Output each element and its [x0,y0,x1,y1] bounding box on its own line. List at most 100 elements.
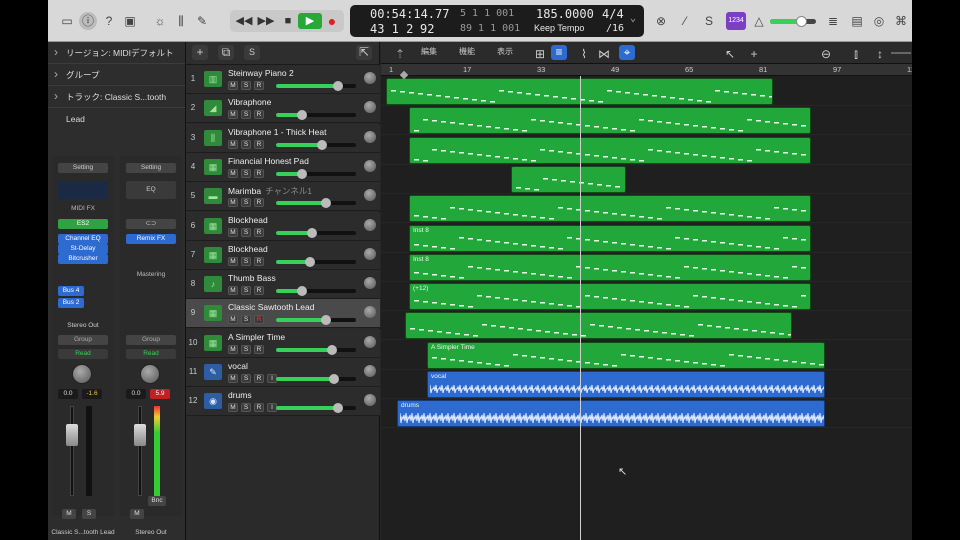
track-name[interactable]: Thumb Bass [228,273,276,283]
instrument-slot[interactable]: ES2 [58,219,108,229]
solo-icon[interactable]: S [700,12,718,30]
record-enable-button[interactable]: R [254,256,264,266]
zoom-out-icon[interactable]: ⊖ [817,45,835,63]
pan-knob[interactable] [364,72,376,84]
mute-button[interactable]: M [228,286,238,296]
rewind-icon[interactable]: ◀◀ [232,13,256,29]
mute-button-2[interactable]: M [130,509,144,519]
smart-controls-icon[interactable]: ☼ [151,12,169,30]
editors-icon[interactable]: ✎ [193,12,211,30]
record-enable-button[interactable]: R [254,168,264,178]
inspector-track-header[interactable]: トラック: Classic S...tooth Lead [48,85,185,124]
solo-button[interactable]: S [241,227,251,237]
view-menu[interactable]: 表示 [497,46,513,57]
waveform-zoom-icon[interactable]: ⫾ [847,45,865,63]
mute-button[interactable]: M [228,139,238,149]
info-icon[interactable]: ⓘ [79,12,97,30]
solo-button[interactable]: S [241,374,251,383]
volume-handle[interactable] [796,16,807,27]
add-track-button[interactable]: + [192,45,208,60]
help-icon[interactable]: ? [100,12,118,30]
midi-region[interactable] [511,165,626,193]
record-enable-button[interactable]: R [254,139,264,149]
audio-fx-slot-2[interactable]: St-Delay [58,244,108,254]
track-name[interactable]: Financial Honest Pad [228,156,309,166]
back-icon[interactable]: ⇡ [391,45,409,63]
midi-region[interactable] [409,107,811,135]
inspector-group-header[interactable]: グループ [48,63,185,86]
mute-button[interactable]: M [228,344,238,354]
record-enable-button[interactable]: R [254,81,264,90]
track-volume-slider[interactable] [276,315,356,326]
solo-button[interactable]: S [241,168,251,178]
pan-knob-2[interactable] [140,364,160,384]
bar-ruler[interactable]: 1 17 33 49 65 81 97 11 [381,64,912,76]
midi-region[interactable]: (+12) [409,283,811,311]
setting-button[interactable]: Setting [58,163,108,173]
track-name[interactable]: Blockhead [228,244,268,254]
volume-handle[interactable] [297,168,307,179]
mute-button[interactable]: M [228,227,238,237]
midi-region[interactable] [409,195,811,223]
chevron-down-icon[interactable]: ⌄ [630,13,636,24]
fast-forward-icon[interactable]: ▶▶ [254,13,278,29]
pan-knob[interactable] [364,189,376,202]
track-volume-slider[interactable] [276,344,356,355]
volume-handle[interactable] [321,198,331,209]
track-volume-slider[interactable] [276,198,356,209]
list-view-icon[interactable]: ≡ [551,45,567,60]
audio-fx-slot-1[interactable]: Channel EQ [58,234,108,244]
record-enable-button[interactable]: R [254,344,264,354]
volume-handle[interactable] [333,81,343,91]
automation-mode[interactable]: Read [58,349,108,359]
flex-icon[interactable]: ⋈ [595,45,613,63]
function-menu[interactable]: 機能 [459,46,475,57]
mastering-slot[interactable]: Mastering [126,270,176,280]
record-enable-button[interactable]: R [254,227,264,237]
track-header[interactable]: 7 ▦ Blockhead MSR [186,240,380,270]
pan-knob[interactable] [364,101,376,114]
solo-button[interactable]: S [241,344,251,354]
drums-icon[interactable]: ◉ [204,393,222,410]
master-volume-slider[interactable] [770,16,816,27]
volume-fader-2[interactable] [134,424,146,446]
track-header[interactable]: 5 ▬ Marimba チャンネル1 MSR [186,182,380,212]
track-header[interactable]: 2 ◢ Vibraphone MSR [186,94,380,124]
automation-mode-2[interactable]: Read [126,349,176,359]
play-icon[interactable]: ▶ [298,13,322,29]
audio-fx-slot-3[interactable]: Bitcrusher [58,254,108,264]
mute-button[interactable]: M [228,374,238,383]
synth-icon[interactable]: ▦ [204,217,222,234]
track-name[interactable]: drums [228,390,252,400]
duplicate-track-icon[interactable]: ⧉ [218,45,234,60]
automation-icon[interactable]: ⌇ [575,45,593,63]
track-volume-slider[interactable] [276,286,356,297]
send-slot-2[interactable]: Bus 2 [58,298,84,308]
microphone-icon[interactable]: ✎ [204,364,222,380]
track-header[interactable]: 11 ✎ vocal MSRI [186,358,380,387]
track-volume-slider[interactable] [276,403,356,414]
track-header[interactable]: 12 ◉ drums MSRI [186,387,380,417]
solo-button[interactable]: S [241,315,251,325]
mixer-icon[interactable]: ⫼ [172,12,190,30]
mute-button[interactable]: M [228,168,238,178]
solo-button[interactable]: S [241,110,251,120]
midi-region[interactable] [405,312,792,340]
tuner-icon[interactable]: ⁄ [676,12,694,30]
edit-menu[interactable]: 編集 [421,46,437,57]
record-enable-button[interactable]: R [254,286,264,296]
marimba-icon[interactable]: ▬ [204,188,222,205]
midi-region[interactable] [409,136,811,164]
record-enable-button[interactable]: R [254,110,264,120]
remix-fx-slot[interactable]: Remix FX [126,234,176,244]
track-header[interactable]: 9 ▦ Classic Sawtooth Lead MSR [186,299,380,329]
pan-knob[interactable] [364,247,376,260]
volume-handle[interactable] [329,374,339,384]
track-name[interactable]: Vibraphone 1 - Thick Heat [228,127,326,137]
pan-knob[interactable] [364,218,376,231]
global-solo-button[interactable]: S [244,45,260,60]
midi-region[interactable]: A Simpler Time [427,341,825,369]
secondary-tool-icon[interactable]: + [745,45,763,63]
track-volume-slider[interactable] [276,110,356,121]
solo-button[interactable]: S [241,256,251,266]
